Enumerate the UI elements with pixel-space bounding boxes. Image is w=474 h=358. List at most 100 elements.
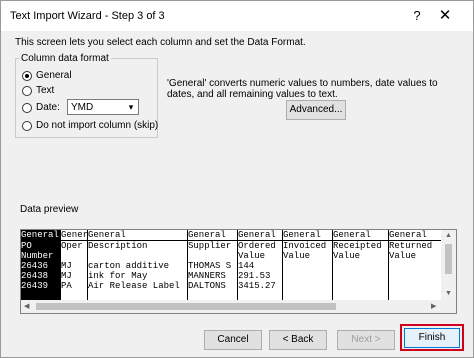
date-format-select[interactable]: YMD ▾ <box>67 99 139 115</box>
preview-cell: Oper <box>61 241 83 251</box>
intro-text: This screen lets you select each column … <box>15 37 306 48</box>
arrow-down-icon[interactable]: ▼ <box>445 290 452 297</box>
preview-cell: MJ <box>61 271 72 281</box>
preview-column-cells: Ordered Value 144 291.53 3415.27 <box>238 241 283 302</box>
arrow-up-icon[interactable]: ▲ <box>445 232 452 239</box>
preview-column-cells: Description carton additive ink for May Air… <box>88 241 188 302</box>
preview-cell: Supplier <box>188 241 232 251</box>
scroll-corner <box>441 300 456 313</box>
data-preview-label: Data preview <box>20 204 79 215</box>
preview-cell <box>283 271 332 281</box>
preview-cell: 26436 <box>21 261 49 271</box>
preview-column-header[interactable]: General <box>188 230 238 241</box>
data-preview-grid[interactable]: GeneralPONumber264362643826439GeneralOpe… <box>21 230 443 302</box>
date-format-value: YMD <box>71 102 94 113</box>
back-button[interactable]: < Back <box>269 330 327 350</box>
preview-cell: PA <box>61 281 72 291</box>
horizontal-scroll-thumb[interactable] <box>36 303 336 310</box>
preview-column-4[interactable]: General Supplier THOMAS S MANNERS DALTONS <box>188 230 238 302</box>
arrow-right-icon[interactable]: ▶ <box>431 302 436 310</box>
preview-cell: Returned <box>389 241 433 251</box>
preview-column-cells: Supplier THOMAS S MANNERS DALTONS <box>188 241 238 302</box>
preview-column-7[interactable]: General Receipted Value <box>333 230 389 302</box>
preview-column-1[interactable]: General PO Number 26436 26438 26439 <box>21 230 61 302</box>
preview-cell <box>88 251 187 261</box>
preview-cell <box>389 261 442 271</box>
advanced-button[interactable]: Advanced... <box>286 100 346 120</box>
preview-cell: ink for May <box>88 271 148 281</box>
preview-cell: THOMAS S <box>188 261 232 271</box>
preview-cell: PO <box>21 241 32 251</box>
preview-cell: Value <box>389 251 417 261</box>
radio-date-label[interactable]: Date: <box>36 102 60 113</box>
vertical-scrollbar[interactable]: ▲ ▼ <box>441 230 456 300</box>
format-description: 'General' converts numeric values to num… <box>167 78 438 100</box>
preview-cell <box>333 261 388 271</box>
close-icon[interactable]: ✕ <box>433 6 457 26</box>
radio-general[interactable] <box>22 71 32 81</box>
preview-cell <box>333 281 388 291</box>
data-preview[interactable]: GeneralPONumber264362643826439GeneralOpe… <box>20 229 457 314</box>
preview-cell <box>188 251 237 261</box>
radio-skip[interactable] <box>22 121 32 131</box>
preview-cell: 3415.27 <box>238 281 276 291</box>
preview-cell: 144 <box>238 261 255 271</box>
preview-cell: Invoiced <box>283 241 327 251</box>
preview-column-cells: Oper MJ MJ PA <box>61 241 88 302</box>
horizontal-scrollbar[interactable]: ◀ ▶ <box>21 300 443 313</box>
preview-column-2[interactable]: GeneralOperMJMJPA <box>61 230 88 302</box>
preview-column-cells: PO Number 26436 26438 26439 <box>21 241 61 302</box>
preview-cell <box>61 251 87 261</box>
preview-column-header[interactable]: General <box>333 230 389 241</box>
preview-column-header[interactable]: General <box>21 230 61 241</box>
preview-cell: 26438 <box>21 271 49 281</box>
preview-cell: Description <box>88 241 148 251</box>
cancel-button[interactable]: Cancel <box>204 330 262 350</box>
vertical-scroll-thumb[interactable] <box>445 244 452 274</box>
radio-text-label[interactable]: Text <box>36 85 54 96</box>
preview-cell: Value <box>238 251 266 261</box>
preview-cell: Ordered <box>238 241 276 251</box>
column-format-group-label: Column data format <box>19 53 111 64</box>
preview-cell: MANNERS <box>188 271 226 281</box>
preview-cell: Value <box>283 251 311 261</box>
window-title: Text Import Wizard - Step 3 of 3 <box>10 10 165 22</box>
preview-cell: Air Release Label <box>88 281 180 291</box>
preview-column-5[interactable]: General Ordered Value 144 291.53 3415.27 <box>238 230 283 302</box>
preview-column-header[interactable]: General <box>389 230 443 241</box>
radio-date[interactable] <box>22 103 32 113</box>
preview-column-header[interactable]: General <box>61 230 88 241</box>
chevron-down-icon[interactable]: ▾ <box>124 100 138 114</box>
preview-cell <box>389 281 442 291</box>
text-import-wizard-dialog: Text Import Wizard - Step 3 of 3 ? ✕ Thi… <box>0 0 474 358</box>
preview-cell: Receipted <box>333 241 382 251</box>
title-bar: Text Import Wizard - Step 3 of 3 ? ✕ <box>1 1 473 31</box>
preview-cell: 26439 <box>21 281 49 291</box>
preview-column-8[interactable]: General Returned Value <box>389 230 443 302</box>
preview-cell: MJ <box>61 261 72 271</box>
preview-column-cells: Returned Value <box>389 241 443 302</box>
preview-cell <box>333 271 388 281</box>
radio-skip-label[interactable]: Do not import column (skip) <box>36 120 158 131</box>
preview-cell: carton additive <box>88 261 170 271</box>
preview-column-header[interactable]: General <box>238 230 283 241</box>
radio-general-label[interactable]: General <box>36 70 72 81</box>
finish-button[interactable]: Finish <box>404 328 460 348</box>
next-button[interactable]: Next > <box>337 330 395 350</box>
preview-cell: Number <box>21 251 54 261</box>
help-icon[interactable]: ? <box>405 6 429 26</box>
arrow-left-icon[interactable]: ◀ <box>24 302 29 310</box>
preview-column-6[interactable]: General Invoiced Value <box>283 230 333 302</box>
preview-cell <box>283 261 332 271</box>
preview-column-cells: Invoiced Value <box>283 241 333 302</box>
preview-cell: Value <box>333 251 361 261</box>
preview-cell <box>389 271 442 281</box>
preview-column-header[interactable]: General <box>88 230 188 241</box>
preview-column-header[interactable]: General <box>283 230 333 241</box>
preview-cell <box>283 281 332 291</box>
preview-column-3[interactable]: General Description carton additive ink for… <box>88 230 188 302</box>
radio-text[interactable] <box>22 86 32 96</box>
preview-cell: 291.53 <box>238 271 271 281</box>
preview-cell: DALTONS <box>188 281 226 291</box>
preview-column-cells: Receipted Value <box>333 241 389 302</box>
